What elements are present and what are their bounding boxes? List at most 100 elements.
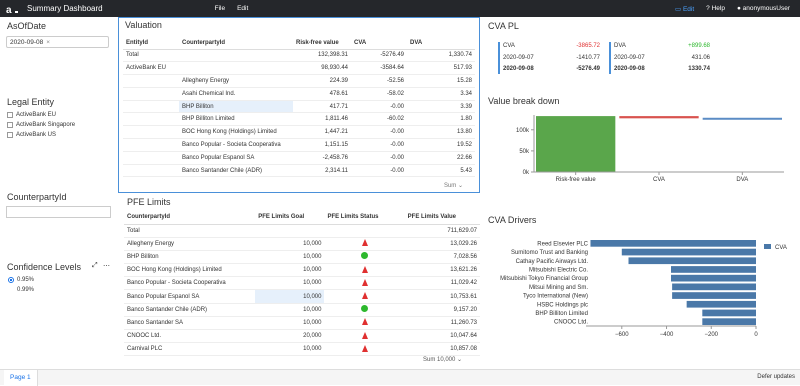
table-cell: 517.93	[407, 61, 475, 76]
table-row[interactable]: ActiveBank EU 98,930.44 -3584.64 517.93	[123, 61, 475, 76]
table-row[interactable]: BOC Hong Kong (Holdings) Limited 10,000 13…	[124, 263, 480, 278]
legal-entity-option[interactable]: ActiveBank Singapore	[7, 122, 75, 128]
dva-kpi-header: DVA +899.68	[614, 43, 710, 49]
counterparty-input[interactable]	[6, 206, 111, 218]
cva-drivers-title: CVA Drivers	[488, 215, 537, 225]
checkbox[interactable]	[7, 112, 13, 118]
red-triangle-icon	[361, 318, 368, 326]
table-cell	[324, 250, 405, 265]
table-cell: Banco Popular Espanol SA	[179, 151, 293, 165]
defer-updates-button[interactable]: Defer updates	[757, 374, 795, 380]
table-row[interactable]: BHP Billiton Limited 1,811.46 -60.02 1.80	[123, 112, 475, 127]
column-header[interactable]: EntityId	[123, 37, 179, 50]
table-cell: 22.66	[407, 151, 475, 165]
table-row[interactable]: BHP Billiton 417.71 -0.00 3.39	[123, 100, 475, 114]
table-cell: 1,811.46	[293, 112, 351, 127]
pfe-sum-footer[interactable]: Sum 10,000 ⌄	[423, 356, 462, 363]
column-header[interactable]: PFE Limits Status	[324, 211, 405, 225]
menu-file[interactable]: File	[215, 5, 225, 12]
column-header[interactable]: Risk-free value	[293, 37, 351, 50]
table-row[interactable]: Banco Popular Espanol SA -2,458.76 -0.00 22…	[123, 151, 475, 165]
legal-entity-option[interactable]: ActiveBank US	[7, 132, 56, 138]
confidence-option[interactable]: 0.99%	[8, 287, 34, 293]
table-cell	[324, 303, 405, 317]
table-cell: 10,753.61	[404, 289, 480, 304]
table-cell: CNOOC Ltd.	[124, 329, 256, 344]
table-row[interactable]: Allegheny Energy 10,000 13,029.26	[124, 237, 480, 251]
dva-kpi-row: 2020-09-08 1330.74	[614, 66, 710, 72]
column-header[interactable]: PFE Limits Goal	[255, 211, 325, 225]
asofdate-value: 2020-09-08	[10, 39, 44, 46]
x-tick-label: −400	[660, 332, 674, 338]
table-cell: 2,314.11	[293, 164, 351, 178]
table-cell: 10,000	[255, 303, 325, 317]
table-row[interactable]: BHP Billiton 10,000 7,028.56	[124, 250, 480, 265]
table-cell: 1,330.74	[407, 49, 475, 63]
table-row[interactable]: Banco Santander Chile (ADR) 10,000 9,157.2…	[124, 303, 480, 317]
bar	[536, 116, 616, 172]
table-row[interactable]: Total 132,398.31 -5276.49 1,330.74	[123, 49, 475, 63]
table-cell: 132,398.31	[293, 49, 351, 63]
table-cell	[324, 237, 405, 251]
confidence-title: Confidence Levels	[7, 262, 82, 272]
table-cell: ActiveBank EU	[123, 61, 179, 76]
radio-button[interactable]	[8, 277, 14, 283]
table-row[interactable]: Banco Santander Chile (ADR) 2,314.11 -0.00…	[123, 164, 475, 178]
y-tick-label: Reed Elsevier PLC	[537, 241, 588, 247]
table-cell: 13,621.26	[404, 263, 480, 278]
valuation-panel[interactable]: Valuation EntityId CounterpartyId Risk-f…	[118, 17, 480, 193]
table-cell: BOC Hong Kong (Holdings) Limited	[179, 125, 293, 140]
edit-mode-button[interactable]: ▭ Edit	[675, 5, 694, 13]
pfe-title: PFE Limits	[127, 197, 171, 207]
menu-bar: File Edit	[215, 5, 249, 12]
user-menu[interactable]: ● anonymousUser	[737, 5, 790, 12]
table-row[interactable]: Banco Santander SA 10,000 11,260.73	[124, 316, 480, 331]
bar	[702, 117, 782, 120]
table-row[interactable]: BOC Hong Kong (Holdings) Limited 1,447.21…	[123, 125, 475, 140]
table-cell	[179, 61, 293, 76]
x-tick-label: −600	[615, 332, 629, 338]
dva-kpi-row: 2020-09-07 431.06	[614, 55, 710, 61]
column-header[interactable]: CVA	[351, 37, 407, 50]
checkbox[interactable]	[7, 132, 13, 138]
table-row[interactable]: Carnival PLC 10,000 10,857.08	[124, 342, 480, 357]
bar	[671, 266, 756, 273]
table-row[interactable]: Total 711,629.07	[124, 224, 480, 238]
table-row[interactable]: Allegheny Energy 224.39 -52.56 15.28	[123, 74, 475, 88]
table-cell: 19.52	[407, 138, 475, 152]
clear-icon[interactable]: ×	[46, 39, 50, 46]
column-header[interactable]: DVA	[407, 37, 475, 50]
x-tick-label: 0	[754, 332, 758, 338]
sum-footer[interactable]: Sum ⌄	[444, 182, 463, 189]
column-header[interactable]: PFE Limits Value	[404, 211, 480, 225]
column-header[interactable]: CounterpartyId	[124, 211, 256, 225]
column-header[interactable]: CounterpartyId	[179, 37, 293, 50]
table-cell: Banco Popular - Societa Cooperativa	[124, 276, 256, 291]
table-cell: 10,000	[255, 263, 325, 278]
x-tick-label: −200	[705, 332, 719, 338]
table-row[interactable]: Banco Popular - Societa Cooperativa 10,00…	[124, 276, 480, 291]
expand-icon[interactable]: ⤢	[92, 262, 98, 270]
confidence-option[interactable]: 0.95%	[8, 277, 34, 283]
monitor-icon: ▭	[674, 5, 683, 13]
table-cell	[324, 342, 405, 357]
table-cell: Banco Popular - Societa Cooperativa	[179, 138, 293, 152]
table-cell: -0.00	[351, 125, 407, 140]
table-row[interactable]: Banco Popular - Societa Cooperativa 1,151…	[123, 138, 475, 152]
legal-entity-option[interactable]: ActiveBank EU	[7, 112, 56, 118]
checkbox[interactable]	[7, 122, 13, 128]
cva-pl-title: CVA PL	[488, 21, 519, 31]
asofdate-filter[interactable]: 2020-09-08 ×	[6, 36, 109, 48]
red-triangle-icon	[361, 292, 368, 300]
table-cell: BHP Billiton	[179, 100, 293, 114]
help-button[interactable]: ? Help	[706, 5, 725, 12]
y-tick-label: Mitsui Mining and Sm.	[529, 285, 588, 291]
table-row[interactable]: Asahi Chemical Ind. 478.61 -58.02 3.34	[123, 87, 475, 101]
table-row[interactable]: Banco Popular Espanol SA 10,000 10,753.61	[124, 289, 480, 304]
page-tab[interactable]: Page 1	[4, 370, 38, 386]
table-row[interactable]: CNOOC Ltd. 20,000 10,047.64	[124, 329, 480, 344]
table-cell: -60.02	[351, 112, 407, 127]
table-cell: 13.80	[407, 125, 475, 140]
more-icon[interactable]: ⋯	[103, 262, 110, 270]
menu-edit[interactable]: Edit	[237, 5, 248, 12]
